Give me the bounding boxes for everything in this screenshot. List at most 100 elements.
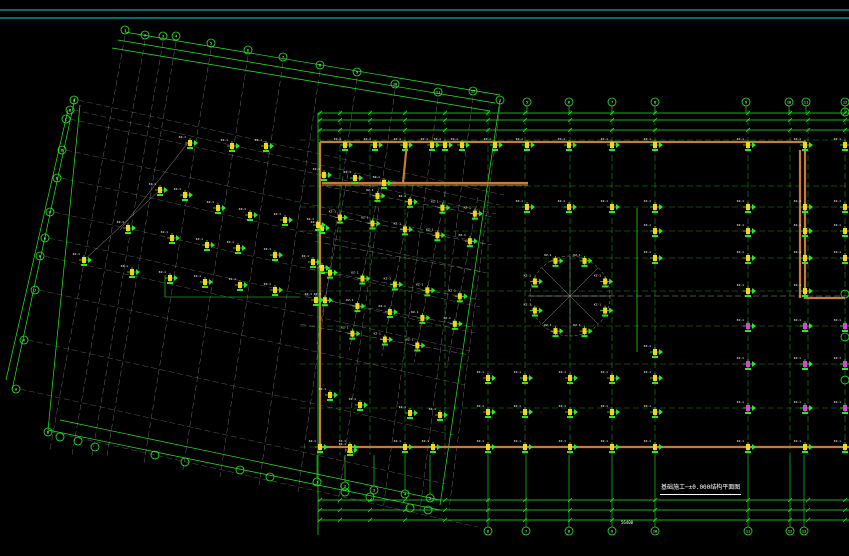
- axis-bubble-number: 8: [654, 101, 656, 105]
- column-marker: KZ-1: [159, 270, 178, 284]
- axis-bubble-number: K: [23, 339, 26, 343]
- pile-marker-magenta: KZ-1: [834, 356, 849, 370]
- skew-axis-line: [73, 109, 501, 206]
- column-label: KZ-1: [161, 230, 168, 234]
- marker-base: [456, 300, 463, 303]
- column-label: KZ-1: [516, 199, 523, 203]
- marker-base: [235, 252, 241, 254]
- column-marker: KZ-1: [644, 137, 663, 151]
- marker-base: [414, 349, 421, 352]
- marker-base: [745, 211, 751, 213]
- column-label: KZ-1: [329, 210, 336, 214]
- marker-base: [359, 282, 366, 285]
- marker-arrow: [270, 143, 274, 149]
- column-label: KZ-1: [394, 439, 401, 443]
- pile-cap: [382, 336, 387, 343]
- column-label: KZ-1: [274, 212, 281, 216]
- marker-base: [842, 211, 848, 213]
- marker-arrow: [211, 242, 215, 248]
- cad-drawing-canvas[interactable]: 56400 KZ-1 KZ-1 KZ-1 KZ-1 KZ-1 KZ-1 KZ-1 KZ-1 KZ…: [0, 0, 849, 552]
- pile-cap: [567, 204, 571, 210]
- marker-arrow: [659, 204, 663, 210]
- marker-base: [566, 211, 572, 213]
- axis-bubble-number: 11: [804, 101, 808, 105]
- column-label: KZ-1: [644, 404, 651, 408]
- marker-base: [652, 211, 658, 213]
- marker-arrow: [616, 409, 620, 415]
- marker-base: [202, 286, 208, 288]
- column-label: KZ-1: [573, 253, 580, 257]
- column-marker: KZ-1: [394, 137, 413, 151]
- marker-base: [263, 150, 269, 152]
- marker-base: [652, 382, 658, 384]
- column-marker: KZ-1: [379, 304, 398, 319]
- pile-cap: [610, 409, 614, 415]
- marker-base: [567, 382, 573, 384]
- marker-base: [802, 330, 808, 332]
- column-label: KZ-1: [544, 323, 551, 327]
- pile-cap: [273, 252, 277, 258]
- column-label: KZ-1: [373, 175, 380, 179]
- marker-base: [745, 262, 751, 264]
- column-label: KZ-1: [174, 187, 181, 191]
- marker-base: [381, 187, 387, 189]
- pile-cap: [440, 204, 445, 211]
- plan-title: 基础施工─±0.000结构平面图: [660, 482, 742, 495]
- axis-bubble-number: 5: [526, 101, 528, 105]
- marker-base: [745, 451, 751, 453]
- column-label: KZ-1: [449, 288, 456, 292]
- pile-cap: [523, 409, 527, 415]
- column-label: KZ-1: [394, 221, 401, 225]
- column-label: KZ-1: [737, 250, 744, 254]
- skew-axis-line: [49, 35, 126, 451]
- marker-arrow: [473, 238, 478, 245]
- pile-cap: [311, 259, 315, 265]
- structural-plan-drawing[interactable]: 56400 KZ-1 KZ-1 KZ-1 KZ-1 KZ-1 KZ-1 KZ-1 KZ-1 KZ…: [0, 0, 849, 552]
- pile-marker-magenta: KZ-1: [834, 400, 849, 414]
- pile-cap: [126, 225, 130, 231]
- pile-cap: [803, 228, 807, 234]
- pile-cap: [653, 228, 657, 234]
- axis-bubble-number: 8: [319, 64, 321, 68]
- pile-cap: [803, 288, 807, 294]
- pile-cap: [523, 375, 527, 381]
- column-marker: KZ-1: [264, 247, 283, 261]
- pile-cap: [610, 375, 614, 381]
- column-label: KZ-1: [314, 292, 321, 296]
- pile-cap: [403, 142, 407, 148]
- axis-bubble: [90, 442, 100, 452]
- pile-cap: [843, 228, 847, 234]
- wall-beam: [320, 140, 845, 300]
- column-label: KZ-1: [524, 273, 531, 277]
- pile-cap: [216, 205, 220, 211]
- axis-bubble-number: 12: [843, 101, 847, 105]
- marker-base: [842, 235, 848, 237]
- marker-arrow: [356, 330, 361, 337]
- column-label: KZ-1: [366, 188, 373, 192]
- pile-cap: [316, 222, 320, 228]
- column-label: KZ-1: [313, 167, 320, 171]
- marker-base: [187, 147, 193, 149]
- marker-base: [802, 149, 808, 151]
- skew-axis-line: [182, 55, 249, 471]
- column-label: KZ-1: [149, 182, 156, 186]
- column-marker: KZ-1: [559, 370, 578, 384]
- marker-base: [581, 264, 588, 267]
- pile-cap: [452, 320, 457, 327]
- column-label: KZ-1: [334, 137, 341, 141]
- marker-base: [310, 266, 316, 268]
- column-marker: KZ-1: [194, 274, 213, 288]
- wall-beams: [318, 140, 849, 449]
- mid-grid-axis: [315, 241, 485, 273]
- marker-base: [402, 149, 408, 151]
- pile-cap: [746, 228, 750, 234]
- column-marker: KZ-1: [484, 137, 503, 151]
- pile-cap: [843, 444, 847, 450]
- marker-base: [442, 149, 448, 151]
- axis-bubble: [150, 450, 160, 460]
- marker-arrow: [343, 214, 348, 221]
- marker-base: [321, 304, 328, 307]
- pile-cap: [843, 361, 847, 367]
- column-label: KZ-1: [406, 337, 413, 341]
- column-marker: KZ-1: [601, 370, 620, 384]
